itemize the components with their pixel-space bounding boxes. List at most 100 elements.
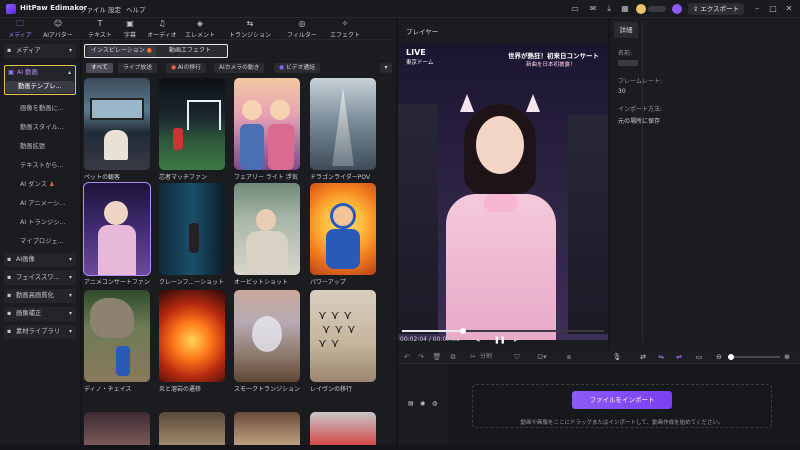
template-card[interactable]: パワーアップ — [310, 183, 376, 285]
tool-transition[interactable]: ⇆ トランジション — [228, 19, 272, 39]
close-icon[interactable]: ✕ — [784, 4, 794, 14]
thumbnail-fire-lava — [159, 290, 225, 382]
tool-filter[interactable]: ◎ フィルター — [286, 19, 318, 39]
sidebar-group-ai-image[interactable]: ▪ AI画像 ▾ — [4, 253, 76, 267]
sidebar-group-video-enhance[interactable]: ▪ 動画高画質化 ▾ — [4, 289, 76, 303]
tab-video-effects[interactable]: 動画エフェクト — [165, 46, 215, 56]
chip-ai-transition[interactable]: ● AIの移行 — [166, 63, 206, 73]
track-icon[interactable]: ▤ — [408, 400, 414, 407]
template-card[interactable]: フェアリー ライト 浮気 — [234, 78, 300, 180]
mic-icon[interactable]: 🎙 — [612, 351, 622, 363]
tool-effect[interactable]: ✧ エフェクト — [326, 19, 364, 39]
sidebar-item-video-style[interactable]: 動画スタイル... — [4, 121, 76, 135]
tool-label: テキスト — [88, 32, 112, 39]
tool-text[interactable]: T テキスト — [84, 19, 116, 39]
visibility-icon[interactable]: ◉ — [420, 400, 425, 407]
menu-settings[interactable]: 設定 — [108, 4, 121, 14]
gift-icon[interactable]: ✉ — [588, 4, 598, 14]
tab-inspiration[interactable]: インスピレーション ● — [87, 46, 156, 56]
template-card[interactable] — [84, 412, 150, 445]
template-card[interactable]: クレーンフ...ーショット — [159, 183, 225, 285]
tab-details[interactable]: 詳細 — [614, 22, 638, 38]
zoom-in-icon[interactable]: ⊕ — [782, 351, 792, 363]
menu-file[interactable]: ファイル — [80, 4, 106, 14]
fire-icon: ● — [144, 47, 152, 54]
subtitle-icon: ▣ — [126, 19, 134, 28]
video-preview[interactable]: LIVE 東京ドーム 世界が熱狂！初来日コンサート 新曲を日本初披露！ — [398, 44, 608, 340]
tool-ai-avatar[interactable]: ☺ AIアバター — [42, 19, 74, 39]
zoom-slider[interactable] — [728, 354, 780, 360]
track-header: ▤ ◉ ◍ — [398, 364, 448, 445]
snap-icon[interactable]: ⇌ — [674, 351, 684, 363]
undo-icon[interactable]: ↶ — [402, 351, 412, 363]
chip-live[interactable]: ライブ放送 — [118, 63, 157, 73]
pause-icon[interactable]: ❚❚ — [494, 336, 506, 344]
freeze-icon[interactable]: ⧈ — [564, 351, 574, 363]
template-card[interactable] — [310, 412, 376, 445]
chip-all[interactable]: すべて — [86, 63, 113, 73]
zoom-out-icon[interactable]: ⊖ — [714, 351, 724, 363]
template-card[interactable]: ドラゴンライダーPOV — [310, 78, 376, 180]
sidebar-item-my-project[interactable]: マイプロジェ... — [4, 235, 76, 249]
zoom-knob[interactable] — [728, 354, 734, 360]
sidebar-item-video-extend[interactable]: 動画拡張 — [4, 140, 76, 154]
drop-hint: 動画や画像をここにドラッグまたはインポートして、動画作成を始めてください。 — [520, 420, 724, 426]
sidebar-group-image-fix[interactable]: ▪ 画像補正 ▾ — [4, 307, 76, 321]
delete-icon[interactable]: 🗑 — [432, 351, 442, 363]
sidebar-group-library[interactable]: ▪ 素材ライブラリ ▾ — [4, 325, 76, 339]
chevron-down-icon[interactable]: ▾ — [380, 63, 392, 73]
folder-icon: ▪ — [7, 47, 12, 54]
split-icon[interactable]: ✂ — [468, 351, 478, 363]
sidebar-group-face-swap[interactable]: ▪ フェイススワ... ▾ — [4, 271, 76, 285]
template-card[interactable]: 炎と溶岩の遷移 — [159, 290, 225, 392]
thumbnail-fairy-light — [234, 78, 300, 170]
magnet-icon[interactable]: ⇋ — [656, 351, 666, 363]
ratio-icon[interactable]: ▭ — [694, 351, 704, 363]
minimize-icon[interactable]: – — [752, 4, 762, 14]
sidebar-item-text-to-video[interactable]: テキストから... — [4, 159, 76, 173]
avatar[interactable] — [672, 4, 682, 14]
overlay-live: LIVE — [406, 48, 426, 57]
lock-icon[interactable]: ◍ — [432, 400, 437, 407]
export-button[interactable]: ⇪ エクスポート — [688, 3, 744, 15]
tool-audio[interactable]: ♫ オーディオ — [146, 19, 178, 39]
tool-label: トランジション — [228, 32, 271, 39]
speed-icon[interactable]: ⊡▾ — [534, 351, 550, 363]
sidebar-item-video-template[interactable]: 動画テンプレ... — [6, 81, 74, 93]
template-card[interactable]: ディノ・チェイス — [84, 290, 150, 392]
redo-icon[interactable]: ↷ — [416, 351, 426, 363]
sidebar-item-ai-transition[interactable]: AI トランジシ... — [4, 216, 76, 230]
sidebar-item-ai-animation[interactable]: AI アニメーシ... — [4, 197, 76, 211]
next-frame-icon[interactable]: ▸ — [514, 336, 518, 344]
seek-bar[interactable] — [402, 328, 604, 334]
crop-icon[interactable]: ⧉ — [448, 351, 458, 363]
sidebar-item-ai-dance[interactable]: AI ダンス ♟ — [4, 178, 76, 192]
menu-help[interactable]: ヘルプ — [126, 4, 146, 14]
sidebar-group-media[interactable]: ▪ メディア ▾ — [4, 44, 76, 58]
template-card[interactable]: ペットの観客 — [84, 78, 150, 180]
chip-ai-camera[interactable]: AIカメラの動き — [214, 63, 265, 73]
link-icon[interactable]: ⇄ — [638, 351, 648, 363]
template-card[interactable] — [159, 412, 225, 445]
shield-icon[interactable]: ⛉ — [512, 351, 522, 363]
tool-element[interactable]: ◈ エレメント — [184, 19, 216, 39]
template-card[interactable] — [234, 412, 300, 445]
tool-media[interactable]: 🗀 メディア — [4, 19, 36, 39]
template-card[interactable]: ⋎ ⋎ ⋎ ⋎ ⋎ ⋎ ⋎ ⋎ レイヴンの移行 — [310, 290, 376, 392]
template-card[interactable]: アニメコンサートファン — [83, 182, 151, 285]
prev-frame-icon[interactable]: ◂ — [476, 336, 480, 344]
screen-icon[interactable]: ▭ — [570, 4, 580, 14]
template-card[interactable]: スモークトランジション — [234, 290, 300, 392]
library-icon: ▪ — [7, 328, 12, 335]
import-file-button[interactable]: ファイルをインポート — [572, 391, 672, 409]
title-bar: HitPaw Edimakor ファイル 設定 ヘルプ ▭ ✉ ⤓ ▦ ⇪ エク… — [0, 0, 800, 18]
tool-subtitle[interactable]: ▣ 字幕 — [114, 19, 146, 39]
grid-icon[interactable]: ▦ — [620, 4, 630, 14]
maximize-icon[interactable]: □ — [768, 4, 778, 14]
chip-video-call[interactable]: ● ビデオ通話 — [274, 63, 320, 73]
download-icon[interactable]: ⤓ — [604, 4, 614, 14]
overlay-headline: 世界が熱狂！初来日コンサート — [508, 52, 599, 60]
template-card[interactable]: 芯者マッチファン — [159, 78, 225, 180]
template-card[interactable]: オービットショット — [234, 183, 300, 285]
sidebar-item-image-to-video[interactable]: 画像を動画に... — [4, 102, 76, 116]
